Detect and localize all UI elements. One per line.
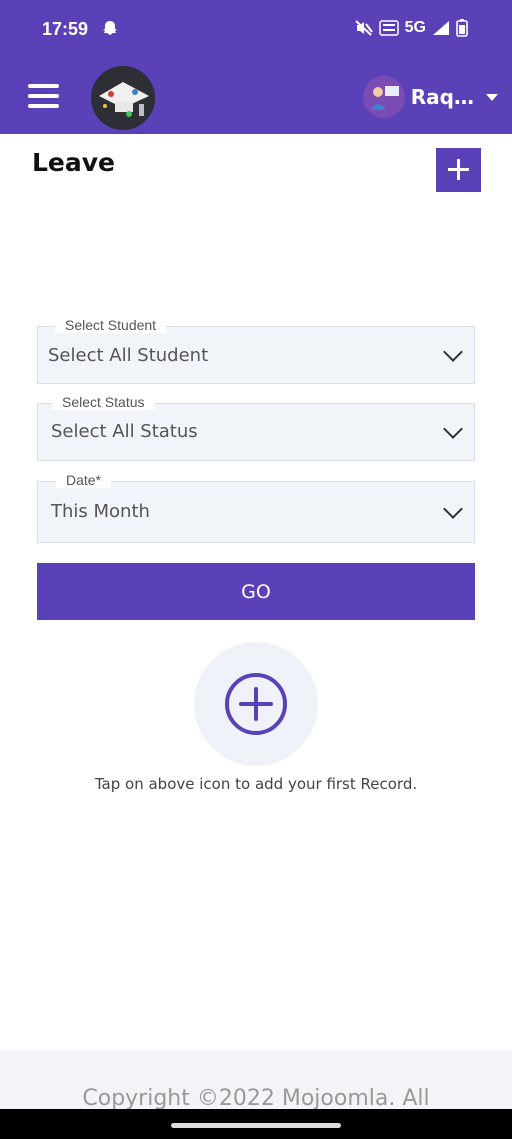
date-value: This Month bbox=[51, 501, 150, 522]
system-nav-bar bbox=[0, 1109, 512, 1139]
add-first-record-button[interactable] bbox=[194, 642, 318, 766]
select-student-label: Select Student bbox=[55, 317, 167, 333]
add-leave-button[interactable] bbox=[436, 148, 481, 192]
footer: Copyright ©2022 Mojoomla. All bbox=[0, 1050, 512, 1110]
snapchat-icon bbox=[103, 21, 117, 35]
select-status-value: Select All Status bbox=[51, 421, 198, 442]
home-gesture-handle[interactable] bbox=[171, 1123, 341, 1128]
select-status-dropdown[interactable]: Select Status Select All Status bbox=[37, 394, 475, 461]
page-title: Leave bbox=[32, 148, 116, 177]
chevron-down-icon bbox=[443, 419, 463, 439]
chevron-down-icon bbox=[443, 499, 463, 519]
go-button[interactable]: GO bbox=[37, 563, 475, 620]
empty-state-text: Tap on above icon to add your first Reco… bbox=[94, 775, 418, 793]
network-type: 5G bbox=[404, 19, 426, 36]
select-status-label: Select Status bbox=[52, 394, 155, 410]
dropdown-icon bbox=[486, 93, 498, 101]
select-student-dropdown[interactable]: Select Student Select All Student bbox=[37, 317, 475, 384]
status-time: 17:59 bbox=[42, 19, 89, 39]
add-circle-icon bbox=[225, 673, 287, 735]
app-bar: Raq… bbox=[0, 60, 512, 134]
chevron-down-icon bbox=[443, 342, 463, 362]
menu-icon[interactable] bbox=[28, 84, 60, 110]
user-name: Raq… bbox=[410, 85, 474, 109]
signal-icon bbox=[433, 21, 449, 35]
date-dropdown[interactable]: Date* This Month bbox=[37, 472, 475, 543]
user-menu[interactable]: Raq… bbox=[362, 76, 498, 118]
volte-icon bbox=[378, 20, 399, 36]
avatar bbox=[362, 76, 405, 118]
date-label: Date* bbox=[56, 472, 112, 488]
mute-icon bbox=[354, 20, 373, 36]
select-student-value: Select All Student bbox=[48, 345, 209, 366]
status-icons: 5G bbox=[354, 19, 468, 37]
battery-icon bbox=[456, 19, 468, 37]
school-logo[interactable] bbox=[91, 66, 155, 130]
status-bar: 17:59 5G bbox=[0, 0, 512, 60]
copyright-text: Copyright ©2022 Mojoomla. All bbox=[82, 1086, 430, 1110]
